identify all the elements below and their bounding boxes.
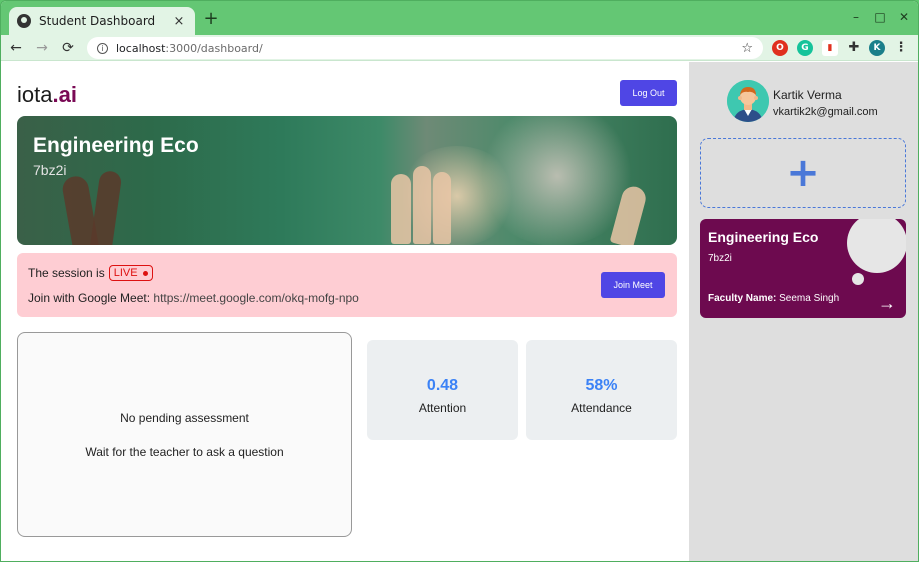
tab-student-dashboard[interactable]: Student Dashboard × [9,7,195,35]
attention-label: Attention [418,401,467,415]
course-name: Engineering Eco [708,229,819,245]
attendance-label: Attendance [571,401,632,415]
meet-label: Join with Google Meet: [28,291,151,305]
tab-close-icon[interactable]: × [171,14,187,29]
menu-kebab-icon[interactable]: ⋮ [893,40,909,56]
banner-image-hand [89,169,123,245]
assessment-panel: No pending assessment Wait for the teach… [17,332,352,537]
tab-title: Student Dashboard [39,14,156,28]
close-window-button[interactable]: ✕ [895,10,913,24]
back-icon[interactable]: ← [5,40,27,56]
opera-extension-icon[interactable]: O [772,40,788,56]
assessment-status: No pending assessment [120,411,249,425]
attendance-value: 58% [585,377,618,394]
live-badge: LIVE [108,265,153,281]
card-decoration-circle [847,219,906,273]
url-path: :3000/dashboard/ [165,41,263,55]
live-dot-icon [142,270,148,276]
live-session-panel: The session is LIVE Join with Google Mee… [17,253,677,317]
session-status-label: The session is [28,266,105,280]
arrow-right-icon[interactable]: → [878,293,896,314]
attention-value: 0.48 [426,377,459,394]
course-card[interactable]: Engineering Eco 7bz2i Faculty Name: Seem… [700,219,906,318]
join-class-button[interactable]: + [700,138,906,208]
class-banner: Engineering Eco 7bz2i [17,116,677,245]
reload-icon[interactable]: ⟳ [57,40,79,56]
plus-icon: + [786,150,820,196]
avatar [727,80,769,122]
right-sidebar: Kartik Verma vkartik2k@gmail.com + Engin… [689,62,918,561]
globe-icon [17,14,31,28]
meet-url[interactable]: https://meet.google.com/okq-mofg-npo [153,291,358,305]
session-status: The session is LIVE [28,265,153,281]
faculty-label: Faculty Name: [708,293,777,304]
user-email: vkartik2k@gmail.com [773,106,878,118]
banner-image-hand [391,174,411,244]
forward-icon[interactable]: → [31,40,53,56]
assessment-hint: Wait for the teacher to ask a question [85,445,284,459]
join-meet-button[interactable]: Join Meet [601,272,665,298]
new-tab-button[interactable]: + [201,9,221,29]
maximize-button[interactable]: □ [871,10,889,24]
browser-window: Student Dashboard × + – □ ✕ ← → ⟳ i loca… [0,0,919,562]
browser-toolbar: ← → ⟳ i localhost:3000/dashboard/ ☆ O G … [1,35,918,61]
banner-image-hand [413,166,431,244]
attention-card: 0.48 Attention [367,340,518,440]
extension-icon[interactable]: ▮ [822,40,838,56]
grammarly-extension-icon[interactable]: G [797,40,813,56]
info-icon[interactable]: i [97,42,108,54]
faculty-line: Faculty Name: Seema Singh [708,293,839,304]
user-avatar-icon [727,80,769,122]
address-bar[interactable]: i localhost:3000/dashboard/ ☆ [87,37,763,59]
user-name: Kartik Verma [773,88,842,102]
attendance-card: 58% Attendance [526,340,677,440]
faculty-name: Seema Singh [779,293,840,304]
meet-link-line: Join with Google Meet: https://meet.goog… [28,291,359,305]
banner-image-hand [433,172,451,244]
class-code: 7bz2i [33,162,67,178]
card-decoration-dot [852,273,864,285]
puzzle-extensions-icon[interactable]: ✚ [846,40,862,56]
tab-strip: Student Dashboard × + – □ ✕ [1,1,918,35]
url-host: localhost [116,41,166,55]
course-code: 7bz2i [708,253,732,264]
app-logo: iota.ai [17,82,77,107]
page-content: iota.ai Log Out Engineering Eco 7bz2i Th… [1,62,918,561]
minimize-button[interactable]: – [847,10,865,24]
logout-button[interactable]: Log Out [620,80,677,106]
bookmark-star-icon[interactable]: ☆ [741,41,753,56]
profile-avatar-icon[interactable]: K [869,40,885,56]
class-title: Engineering Eco [33,134,199,157]
